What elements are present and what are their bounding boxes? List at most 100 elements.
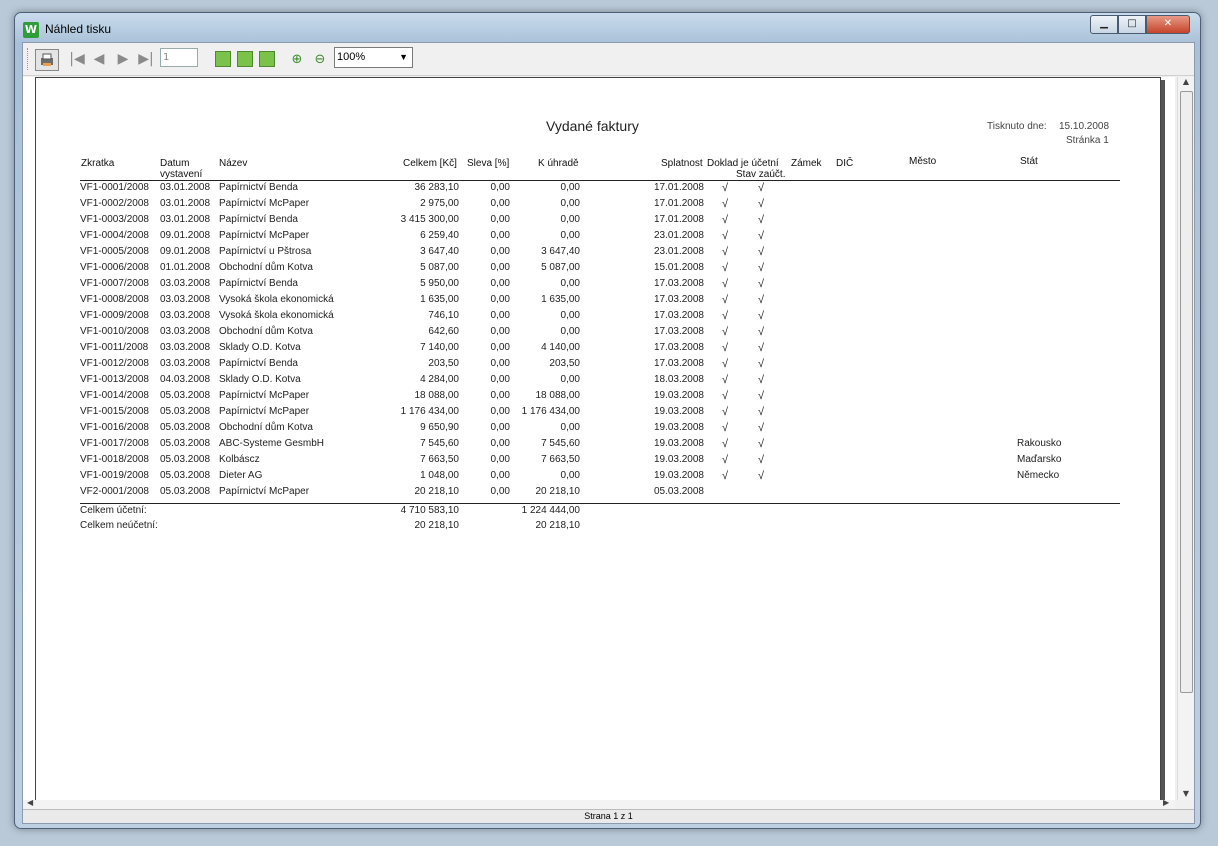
fit-page-button[interactable] [237, 51, 253, 67]
cell-n: Sklady O.D. Kotva [219, 374, 301, 385]
preview-viewport[interactable]: Vydané faktury Tisknuto dne: 15.10.2008 … [23, 77, 1175, 800]
page-label: Stránka 1 [1066, 135, 1109, 146]
cell-sp: 19.03.2008 [653, 390, 704, 401]
cell-c: 7 140,00 [420, 342, 459, 353]
cell-n: Papírnictví u Pštrosa [219, 246, 312, 257]
cell-c: 7 663,50 [420, 454, 459, 465]
cell-u: √ [722, 438, 729, 450]
report-title: Vydané faktury [546, 118, 639, 134]
scroll-left-icon[interactable]: ◀ [27, 798, 33, 807]
scroll-right-icon[interactable]: ▶ [1163, 798, 1169, 807]
cell-d: 05.03.2008 [160, 470, 211, 481]
print-button[interactable] [35, 49, 59, 71]
cell-k: 1 176 434,00 [521, 406, 580, 417]
cell-k: 0,00 [560, 310, 580, 321]
table-row: VF1-0016/2008 05.03.2008 Obchodní dům Kotv… [36, 422, 1160, 438]
cell-k: 0,00 [560, 278, 580, 289]
cell-n: Vysoká škola ekonomická [219, 294, 334, 305]
cell-k: 0,00 [560, 374, 580, 385]
table-row: VF1-0010/2008 03.03.2008 Obchodní dům Kotv… [36, 326, 1160, 342]
next-page-button[interactable]: ▶ [115, 49, 131, 69]
close-button[interactable]: ✕ [1146, 15, 1190, 34]
cell-s: 0,00 [490, 438, 510, 449]
header-sleva: Sleva [%] [467, 158, 510, 169]
cell-u: √ [722, 326, 729, 338]
zoom-select[interactable]: 100% ▼ [334, 47, 413, 68]
cell-sp: 15.01.2008 [653, 262, 704, 273]
vertical-scroll-thumb[interactable] [1180, 91, 1193, 693]
header-rule [80, 180, 1120, 181]
cell-z: VF1-0015/2008 [80, 406, 149, 417]
header-datum-2: vystavení [160, 169, 203, 180]
cell-s: 0,00 [490, 262, 510, 273]
header-nazev: Název [219, 158, 248, 169]
page-number-input[interactable]: 1 [160, 48, 198, 67]
single-page-button[interactable] [215, 51, 231, 67]
cell-z: VF1-0008/2008 [80, 294, 149, 305]
zoom-out-button[interactable]: ⊖ [312, 49, 328, 69]
cell-sp: 17.01.2008 [653, 214, 704, 225]
cell-n: Obchodní dům Kotva [219, 262, 313, 273]
cell-s: 0,00 [490, 278, 510, 289]
cell-c: 746,10 [428, 310, 459, 321]
vertical-scrollbar[interactable]: ▲ ▼ [1177, 77, 1194, 800]
window-title: Náhled tisku [45, 22, 112, 36]
cell-k: 0,00 [560, 422, 580, 433]
scroll-up-icon[interactable]: ▲ [1178, 77, 1194, 86]
cell-d: 03.01.2008 [160, 182, 211, 193]
cell-u: √ [722, 470, 729, 482]
totals-rule [80, 503, 1120, 504]
cell-st: √ [758, 326, 765, 338]
table-row: VF1-0018/2008 05.03.2008 Kolbáscz 7 663,50 0… [36, 454, 1160, 470]
cell-k: 0,00 [560, 470, 580, 481]
cell-d: 09.01.2008 [160, 246, 211, 257]
cell-s: 0,00 [490, 246, 510, 257]
scroll-down-icon[interactable]: ▼ [1178, 789, 1194, 798]
cell-c: 5 950,00 [420, 278, 459, 289]
cell-n: Papírnictví Benda [219, 214, 298, 225]
cell-stat: Rakousko [1017, 438, 1062, 449]
header-kuhrade: K úhradě [538, 158, 579, 169]
total-ucetni-kuhrade: 1 224 444,00 [521, 505, 580, 516]
cell-sp: 19.03.2008 [653, 438, 704, 449]
cell-st: √ [758, 246, 765, 258]
cell-d: 03.03.2008 [160, 326, 211, 337]
cell-sp: 17.03.2008 [653, 310, 704, 321]
cell-d: 05.03.2008 [160, 438, 211, 449]
cell-st: √ [758, 294, 765, 306]
cell-d: 05.03.2008 [160, 406, 211, 417]
cell-st: √ [758, 214, 765, 226]
cell-z: VF1-0001/2008 [80, 182, 149, 193]
total-neucetni-kuhrade: 20 218,10 [535, 520, 581, 531]
cell-z: VF1-0014/2008 [80, 390, 149, 401]
table-row: VF1-0013/2008 04.03.2008 Sklady O.D. Kotva… [36, 374, 1160, 390]
cell-s: 0,00 [490, 486, 510, 497]
zoom-in-button[interactable]: ⊕ [289, 49, 305, 69]
first-page-button[interactable]: |◀ [69, 49, 85, 69]
fit-width-button[interactable] [259, 51, 275, 67]
cell-s: 0,00 [490, 198, 510, 209]
cell-n: Obchodní dům Kotva [219, 326, 313, 337]
zoom-in-icon: ⊕ [291, 51, 303, 67]
cell-st: √ [758, 470, 765, 482]
cell-d: 05.03.2008 [160, 422, 211, 433]
client-area: |◀ ◀ ▶ ▶| 1 ⊕ ⊖ 100% ▼ Vydané faktury Tis… [22, 42, 1195, 824]
cell-d: 03.03.2008 [160, 342, 211, 353]
last-page-button[interactable]: ▶| [136, 49, 156, 69]
maximize-button[interactable]: □ [1118, 15, 1146, 34]
total-neucetni-label: Celkem neúčetní: [80, 520, 158, 531]
cell-u: √ [722, 214, 729, 226]
total-ucetni-celkem: 4 710 583,10 [400, 505, 459, 516]
header-stat: Stát [1020, 156, 1038, 167]
minimize-button[interactable]: ▁ [1090, 15, 1118, 34]
page-shadow [1161, 80, 1165, 800]
prev-page-button[interactable]: ◀ [91, 49, 107, 69]
header-dic: DIČ [836, 158, 854, 169]
cell-n: Papírnictví Benda [219, 278, 298, 289]
cell-k: 7 545,60 [541, 438, 580, 449]
toolbar-grip[interactable] [27, 48, 31, 70]
cell-n: Vysoká škola ekonomická [219, 310, 334, 321]
cell-st: √ [758, 182, 765, 194]
prev-page-icon: ◀ [93, 51, 105, 67]
table-row: VF1-0006/2008 01.01.2008 Obchodní dům Kotv… [36, 262, 1160, 278]
